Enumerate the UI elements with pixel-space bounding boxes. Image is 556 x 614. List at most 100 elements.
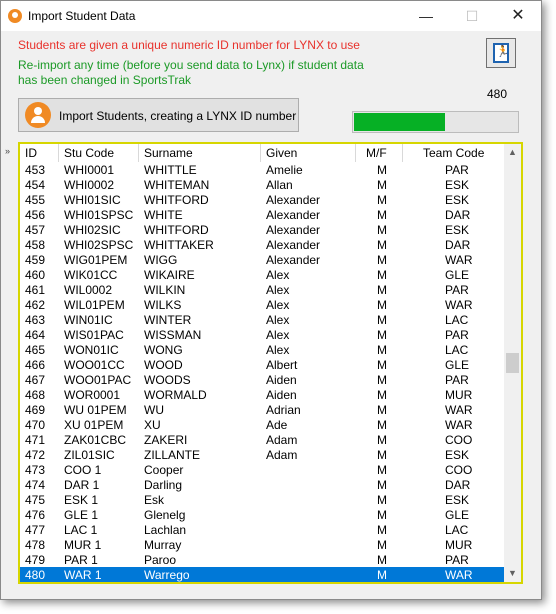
cell-surname: WORMALD [144, 388, 207, 402]
table-row[interactable]: 467 WOO01PAC WOODS Aiden M PAR [20, 372, 504, 387]
cell-stu-code: WHI01SPSC [64, 208, 134, 222]
column-header-team-code[interactable]: Team Code [423, 146, 484, 160]
cell-given: Alexander [266, 253, 321, 267]
cell-id: 471 [25, 433, 46, 447]
table-row[interactable]: 476 GLE 1 Glenelg M GLE [20, 507, 504, 522]
cell-given: Alex [266, 268, 290, 282]
table-row[interactable]: 470 XU 01PEM XU Ade M WAR [20, 417, 504, 432]
cell-given: Adam [266, 448, 298, 462]
cell-given: Alexander [266, 223, 321, 237]
column-header-given[interactable]: Given [266, 146, 297, 160]
table-row[interactable]: 477 LAC 1 Lachlan M LAC [20, 522, 504, 537]
table-row[interactable]: 468 WOR0001 WORMALD Aiden M MUR [20, 387, 504, 402]
table-row[interactable]: 456 WHI01SPSC WHITE Alexander M DAR [20, 207, 504, 222]
cell-mf: M [377, 388, 387, 402]
cell-id: 456 [25, 208, 46, 222]
column-header-stu-code[interactable]: Stu Code [64, 146, 114, 160]
cell-given: Alex [266, 343, 290, 357]
cell-stu-code: ZAK01CBC [64, 433, 127, 447]
table-row[interactable]: 478 MUR 1 Murray M MUR [20, 537, 504, 552]
cell-id: 457 [25, 223, 46, 237]
grid-rows: 453 WHI0001 WHITTLE Amelie M PAR 454 WHI0002 WHI… [20, 162, 504, 582]
table-row[interactable]: 460 WIK01CC WIKAIRE Alex M GLE [20, 267, 504, 282]
cell-id: 462 [25, 298, 46, 312]
cell-surname: WIGG [144, 253, 178, 267]
maximize-button[interactable]: ☐ [449, 1, 495, 31]
cell-stu-code: WIS01PAC [64, 328, 124, 342]
cell-id: 453 [25, 163, 46, 177]
table-row[interactable]: 454 WHI0002 WHITEMAN Allan M ESK [20, 177, 504, 192]
cell-mf: M [377, 403, 387, 417]
close-button[interactable]: ✕ [495, 1, 541, 31]
table-row[interactable]: 480 WAR 1 Warrego M WAR [20, 567, 504, 582]
table-row[interactable]: 453 WHI0001 WHITTLE Amelie M PAR [20, 162, 504, 177]
cell-mf: M [377, 508, 387, 522]
table-row[interactable]: 466 WOO01CC WOOD Albert M GLE [20, 357, 504, 372]
table-row[interactable]: 479 PAR 1 Paroo M PAR [20, 552, 504, 567]
column-divider [355, 144, 356, 162]
cell-given: Alex [266, 313, 290, 327]
exit-button[interactable]: 🏃 [486, 38, 516, 68]
cell-given: Aiden [266, 388, 297, 402]
table-row[interactable]: 465 WON01IC WONG Alex M LAC [20, 342, 504, 357]
table-row[interactable]: 471 ZAK01CBC ZAKERI Adam M COO [20, 432, 504, 447]
cell-given: Alex [266, 298, 290, 312]
cell-surname: WIKAIRE [144, 268, 195, 282]
scroll-up-icon[interactable]: ▲ [504, 144, 521, 161]
cell-mf: M [377, 223, 387, 237]
cell-stu-code: WIL0002 [64, 283, 113, 297]
table-row[interactable]: 464 WIS01PAC WISSMAN Alex M PAR [20, 327, 504, 342]
student-grid[interactable]: ID Stu Code Surname Given M/F Team Code … [18, 142, 523, 584]
cell-given: Alex [266, 283, 290, 297]
scroll-thumb[interactable] [506, 353, 519, 373]
cell-stu-code: WU 01PEM [64, 403, 127, 417]
cell-id: 475 [25, 493, 46, 507]
column-header-id[interactable]: ID [25, 146, 37, 160]
cell-team-code: PAR [445, 328, 469, 342]
column-header-mf[interactable]: M/F [366, 146, 387, 160]
cell-given: Adrian [266, 403, 301, 417]
column-header-surname[interactable]: Surname [144, 146, 193, 160]
table-row[interactable]: 473 COO 1 Cooper M COO [20, 462, 504, 477]
table-row[interactable]: 457 WHI02SIC WHITFORD Alexander M ESK [20, 222, 504, 237]
cell-stu-code: WOO01CC [64, 358, 125, 372]
cell-stu-code: WHI02SIC [64, 223, 121, 237]
row-marker-icon: » [5, 146, 11, 156]
table-row[interactable]: 472 ZIL01SIC ZILLANTE Adam M ESK [20, 447, 504, 462]
cell-id: 459 [25, 253, 46, 267]
user-import-icon [25, 102, 51, 128]
table-row[interactable]: 474 DAR 1 Darling M DAR [20, 477, 504, 492]
table-row[interactable]: 475 ESK 1 Esk M ESK [20, 492, 504, 507]
cell-mf: M [377, 178, 387, 192]
import-students-button[interactable]: Import Students, creating a LYNX ID numb… [18, 98, 299, 132]
table-row[interactable]: 469 WU 01PEM WU Adrian M WAR [20, 402, 504, 417]
cell-surname: WHITFORD [144, 223, 209, 237]
cell-id: 480 [25, 568, 46, 582]
cell-surname: Cooper [144, 463, 184, 477]
table-row[interactable]: 462 WIL01PEM WILKS Alex M WAR [20, 297, 504, 312]
table-row[interactable]: 455 WHI01SIC WHITFORD Alexander M ESK [20, 192, 504, 207]
import-progress-bar [352, 111, 519, 133]
table-row[interactable]: 461 WIL0002 WILKIN Alex M PAR [20, 282, 504, 297]
cell-mf: M [377, 163, 387, 177]
cell-stu-code: WHI0002 [64, 178, 115, 192]
cell-mf: M [377, 328, 387, 342]
cell-mf: M [377, 538, 387, 552]
scroll-down-icon[interactable]: ▼ [504, 565, 521, 582]
cell-stu-code: ZIL01SIC [64, 448, 115, 462]
cell-id: 467 [25, 373, 46, 387]
cell-stu-code: WIG01PEM [64, 253, 128, 267]
minimize-button[interactable]: — [403, 1, 449, 31]
cell-surname: Darling [144, 478, 183, 492]
table-row[interactable]: 458 WHI02SPSC WHITTAKER Alexander M DAR [20, 237, 504, 252]
cell-surname: WISSMAN [144, 328, 202, 342]
vertical-scrollbar[interactable]: ▲ ▼ [504, 144, 521, 582]
cell-surname: WHITE [144, 208, 183, 222]
cell-team-code: GLE [445, 358, 470, 372]
table-row[interactable]: 459 WIG01PEM WIGG Alexander M WAR [20, 252, 504, 267]
cell-surname: Warrego [144, 568, 190, 582]
cell-stu-code: MUR 1 [64, 538, 102, 552]
table-row[interactable]: 463 WIN01IC WINTER Alex M LAC [20, 312, 504, 327]
cell-given: Albert [266, 358, 298, 372]
progress-fill [354, 113, 445, 131]
